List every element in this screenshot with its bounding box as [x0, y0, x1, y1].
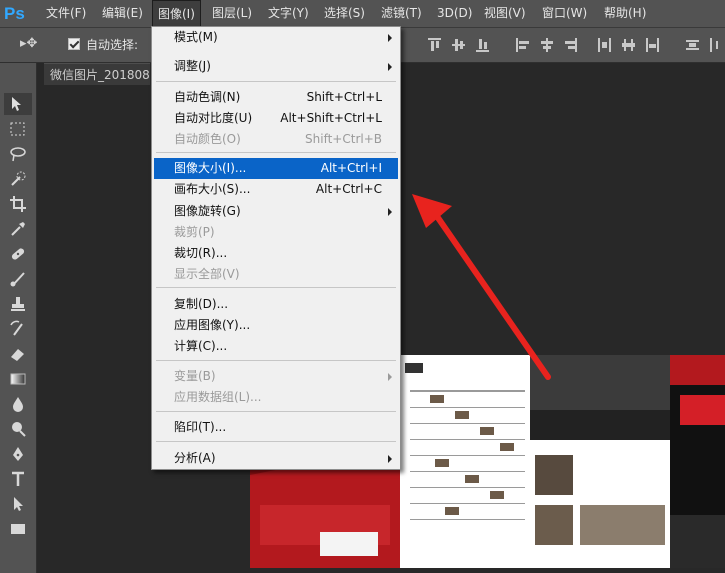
menu-item-image-size[interactable]: 图像大小(I)... Alt+Ctrl+I — [154, 158, 398, 179]
menu-item-label: 应用图像(Y)... — [174, 318, 251, 332]
submenu-arrow-icon — [388, 455, 392, 463]
menu-item-label: 调整(J) — [174, 59, 211, 73]
menu-item-shortcut: Shift+Ctrl+L — [306, 90, 382, 104]
menu-separator — [156, 152, 396, 153]
menu-item-crop: 裁剪(P) — [154, 222, 398, 243]
menu-separator — [156, 411, 396, 412]
menu-item-label: 自动色调(N) — [174, 90, 241, 104]
menu-item-reveal-all: 显示全部(V) — [154, 264, 398, 285]
menu-item-label: 陷印(T)... — [174, 420, 227, 434]
menu-separator — [156, 81, 396, 82]
menu-separator — [156, 287, 396, 288]
menu-item-label: 裁切(R)... — [174, 246, 228, 260]
menu-item-shortcut: Alt+Ctrl+C — [315, 182, 382, 196]
menu-separator — [156, 360, 396, 361]
menu-item-label: 复制(D)... — [174, 297, 229, 311]
menu-item-image-rotation[interactable]: 图像旋转(G) — [154, 201, 398, 222]
submenu-arrow-icon — [388, 63, 392, 71]
menu-item-label: 计算(C)... — [174, 339, 228, 353]
menu-item-apply-image[interactable]: 应用图像(Y)... — [154, 315, 398, 336]
menu-separator — [156, 441, 396, 442]
menu-item-label: 图像旋转(G) — [174, 204, 241, 218]
menu-item-label: 自动对比度(U) — [174, 111, 253, 125]
menu-item-canvas-size[interactable]: 画布大小(S)... Alt+Ctrl+C — [154, 179, 398, 200]
menu-item-shortcut: Alt+Ctrl+I — [320, 161, 382, 175]
menu-item-shortcut: Alt+Shift+Ctrl+L — [280, 111, 382, 125]
menu-item-adjustments[interactable]: 调整(J) — [154, 56, 398, 77]
menu-item-variables: 变量(B) — [154, 366, 398, 387]
menu-item-auto-color: 自动颜色(O) Shift+Ctrl+B — [154, 129, 398, 150]
menu-item-mode[interactable]: 模式(M) — [154, 27, 398, 48]
menu-item-duplicate[interactable]: 复制(D)... — [154, 294, 398, 315]
menu-item-shortcut: Shift+Ctrl+B — [305, 132, 382, 146]
menu-item-analysis[interactable]: 分析(A) — [154, 448, 398, 469]
menu-item-trim[interactable]: 裁切(R)... — [154, 243, 398, 264]
menu-item-trap[interactable]: 陷印(T)... — [154, 417, 398, 438]
menu-item-label: 显示全部(V) — [174, 267, 240, 281]
menu-item-label: 图像大小(I)... — [174, 161, 247, 175]
menu-item-calculations[interactable]: 计算(C)... — [154, 336, 398, 357]
submenu-arrow-icon — [388, 208, 392, 216]
submenu-arrow-icon — [388, 34, 392, 42]
menu-item-label: 应用数据组(L)... — [174, 390, 262, 404]
menu-item-apply-data-set: 应用数据组(L)... — [154, 387, 398, 408]
menu-item-label: 自动颜色(O) — [174, 132, 241, 146]
menu-item-label: 分析(A) — [174, 451, 216, 465]
image-menu-dropdown: 模式(M) 调整(J) 自动色调(N) Shift+Ctrl+L 自动对比度(U) Alt… — [151, 26, 401, 470]
menu-item-auto-tone[interactable]: 自动色调(N) Shift+Ctrl+L — [154, 87, 398, 108]
menu-item-label: 画布大小(S)... — [174, 182, 251, 196]
menu-item-auto-contrast[interactable]: 自动对比度(U) Alt+Shift+Ctrl+L — [154, 108, 398, 129]
submenu-arrow-icon — [388, 373, 392, 381]
menu-item-label: 模式(M) — [174, 30, 218, 44]
menu-item-label: 裁剪(P) — [174, 225, 215, 239]
menu-item-label: 变量(B) — [174, 369, 216, 383]
